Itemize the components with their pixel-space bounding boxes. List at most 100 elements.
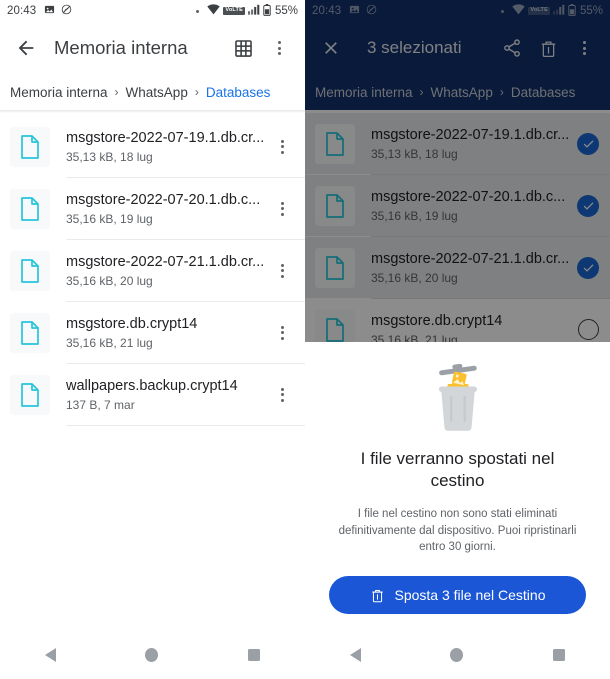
- right-screen: 20:43 VoLTE 55% 3 selezionati Memoria in…: [305, 0, 610, 679]
- status-dot-icon: [501, 9, 505, 13]
- volte-badge: VoLTE: [528, 7, 550, 15]
- nav-back-icon: [44, 647, 56, 662]
- row-checkbox-unchecked[interactable]: [578, 319, 599, 340]
- row-checkbox-checked[interactable]: [577, 132, 599, 155]
- file-list-left: msgstore-2022-07-19.1.db.cr... 35,13 kB,…: [0, 113, 305, 426]
- file-icon-tile: [10, 250, 50, 291]
- file-meta: msgstore-2022-07-20.1.db.c... 35,16 kB, …: [371, 188, 577, 223]
- table-row[interactable]: msgstore.db.crypt14 35,16 kB, 21 lug: [0, 302, 305, 363]
- overflow-menu-button[interactable]: [261, 30, 297, 66]
- breadcrumb-item-2[interactable]: Databases: [511, 85, 576, 100]
- file-meta: wallpapers.backup.crypt14 137 B, 7 mar: [66, 377, 267, 412]
- breadcrumb-item-1[interactable]: WhatsApp: [126, 85, 188, 100]
- wifi-icon: [207, 4, 221, 18]
- file-name: wallpapers.backup.crypt14: [66, 377, 238, 394]
- grid-view-button[interactable]: [225, 30, 261, 66]
- file-subtitle: 137 B, 7 mar: [66, 398, 135, 413]
- nav-home-button[interactable]: [450, 647, 464, 662]
- close-icon: [325, 42, 337, 54]
- left-screen: 20:43 VoLTE 55% Memoria interna Memoria …: [0, 0, 305, 679]
- file-subtitle: 35,16 kB, 19 lug: [371, 209, 458, 224]
- battery-percent: 55%: [274, 5, 298, 17]
- dual-screenshot-container: 20:43 VoLTE 55% Memoria interna Memoria …: [0, 0, 610, 679]
- trash-bin-illustration: [325, 360, 590, 434]
- file-list-right: msgstore-2022-07-19.1.db.cr... 35,13 kB,…: [305, 110, 610, 360]
- file-icon: [326, 131, 344, 156]
- table-row[interactable]: msgstore-2022-07-20.1.db.c... 35,16 kB, …: [0, 178, 305, 239]
- table-row[interactable]: msgstore-2022-07-21.1.db.cr... 35,16 kB,…: [0, 240, 305, 301]
- file-subtitle: 35,16 kB, 20 lug: [66, 274, 153, 289]
- toolbar-right-selection: 3 selezionati: [305, 22, 610, 74]
- page-title: Memoria interna: [54, 37, 188, 58]
- table-row[interactable]: wallpapers.backup.crypt14 137 B, 7 mar: [0, 364, 305, 425]
- nav-home-icon: [450, 647, 464, 662]
- row-overflow-button[interactable]: [267, 251, 297, 291]
- file-icon: [326, 255, 344, 280]
- row-checkbox-checked[interactable]: [577, 256, 599, 279]
- breadcrumb-right: Memoria interna › WhatsApp › Databases: [305, 74, 610, 110]
- breadcrumb-separator: ›: [499, 85, 504, 99]
- delete-button[interactable]: [530, 30, 566, 66]
- nav-recents-button[interactable]: [248, 648, 261, 661]
- status-dot-icon: [196, 9, 200, 13]
- file-meta: msgstore-2022-07-19.1.db.cr... 35,13 kB,…: [66, 129, 267, 164]
- breadcrumb-item-0[interactable]: Memoria interna: [10, 85, 108, 100]
- table-row[interactable]: msgstore-2022-07-20.1.db.c... 35,16 kB, …: [305, 175, 610, 236]
- file-icon: [21, 134, 39, 159]
- battery-icon: [568, 3, 576, 19]
- nav-recents-button[interactable]: [553, 648, 566, 661]
- share-button[interactable]: [494, 30, 530, 66]
- selection-count-title: 3 selezionati: [367, 38, 462, 57]
- check-icon: [583, 264, 593, 272]
- breadcrumb-item-1[interactable]: WhatsApp: [431, 85, 493, 100]
- file-name: msgstore-2022-07-19.1.db.cr...: [371, 126, 570, 143]
- battery-icon: [263, 3, 271, 19]
- breadcrumb-item-0[interactable]: Memoria interna: [315, 85, 413, 100]
- image-icon: [349, 4, 360, 18]
- row-overflow-button[interactable]: [267, 313, 297, 353]
- row-overflow-button[interactable]: [267, 127, 297, 167]
- file-meta: msgstore-2022-07-21.1.db.cr... 35,16 kB,…: [66, 253, 267, 288]
- nav-home-button[interactable]: [145, 647, 159, 662]
- file-icon: [326, 193, 344, 218]
- move-to-trash-button[interactable]: Sposta 3 file nel Cestino: [329, 576, 586, 614]
- wifi-icon: [512, 4, 526, 18]
- file-meta: msgstore-2022-07-21.1.db.cr... 35,16 kB,…: [371, 250, 577, 285]
- check-icon: [583, 140, 593, 148]
- row-overflow-button[interactable]: [267, 375, 297, 415]
- share-icon: [504, 39, 520, 57]
- nav-home-icon: [145, 647, 159, 662]
- close-selection-button[interactable]: [313, 30, 349, 66]
- trash-icon: [371, 589, 383, 602]
- row-checkbox-checked[interactable]: [577, 194, 599, 217]
- file-name: msgstore.db.crypt14: [371, 312, 503, 329]
- table-row[interactable]: msgstore-2022-07-19.1.db.cr... 35,13 kB,…: [305, 113, 610, 174]
- row-overflow-button[interactable]: [267, 189, 297, 229]
- file-icon: [326, 317, 344, 342]
- file-name: msgstore-2022-07-20.1.db.c...: [66, 191, 261, 208]
- file-icon: [21, 382, 39, 407]
- file-subtitle: 35,13 kB, 18 lug: [66, 150, 153, 165]
- overflow-menu-button[interactable]: [566, 30, 602, 66]
- status-time: 20:43: [312, 5, 342, 17]
- arrow-back-icon: [18, 40, 34, 56]
- table-row[interactable]: msgstore-2022-07-21.1.db.cr... 35,16 kB,…: [305, 237, 610, 298]
- volte-badge: VoLTE: [223, 7, 245, 15]
- table-row[interactable]: msgstore-2022-07-19.1.db.cr... 35,13 kB,…: [0, 116, 305, 177]
- status-bar-right: 20:43 VoLTE 55%: [305, 0, 610, 22]
- breadcrumb-separator: ›: [114, 85, 119, 99]
- more-vert-icon: [569, 28, 599, 68]
- file-icon-tile: [10, 188, 50, 229]
- nav-back-button[interactable]: [349, 647, 361, 662]
- file-name: msgstore-2022-07-21.1.db.cr...: [66, 253, 265, 270]
- rotation-lock-icon: [366, 4, 377, 18]
- image-icon: [44, 4, 55, 18]
- back-button[interactable]: [8, 30, 44, 66]
- rotation-lock-icon: [61, 4, 72, 18]
- file-icon: [21, 196, 39, 221]
- nav-back-button[interactable]: [44, 647, 56, 662]
- breadcrumb-item-2[interactable]: Databases: [206, 85, 271, 100]
- file-name: msgstore.db.crypt14: [66, 315, 198, 332]
- grid-view-icon: [234, 39, 252, 57]
- file-name: msgstore-2022-07-20.1.db.c...: [371, 188, 566, 205]
